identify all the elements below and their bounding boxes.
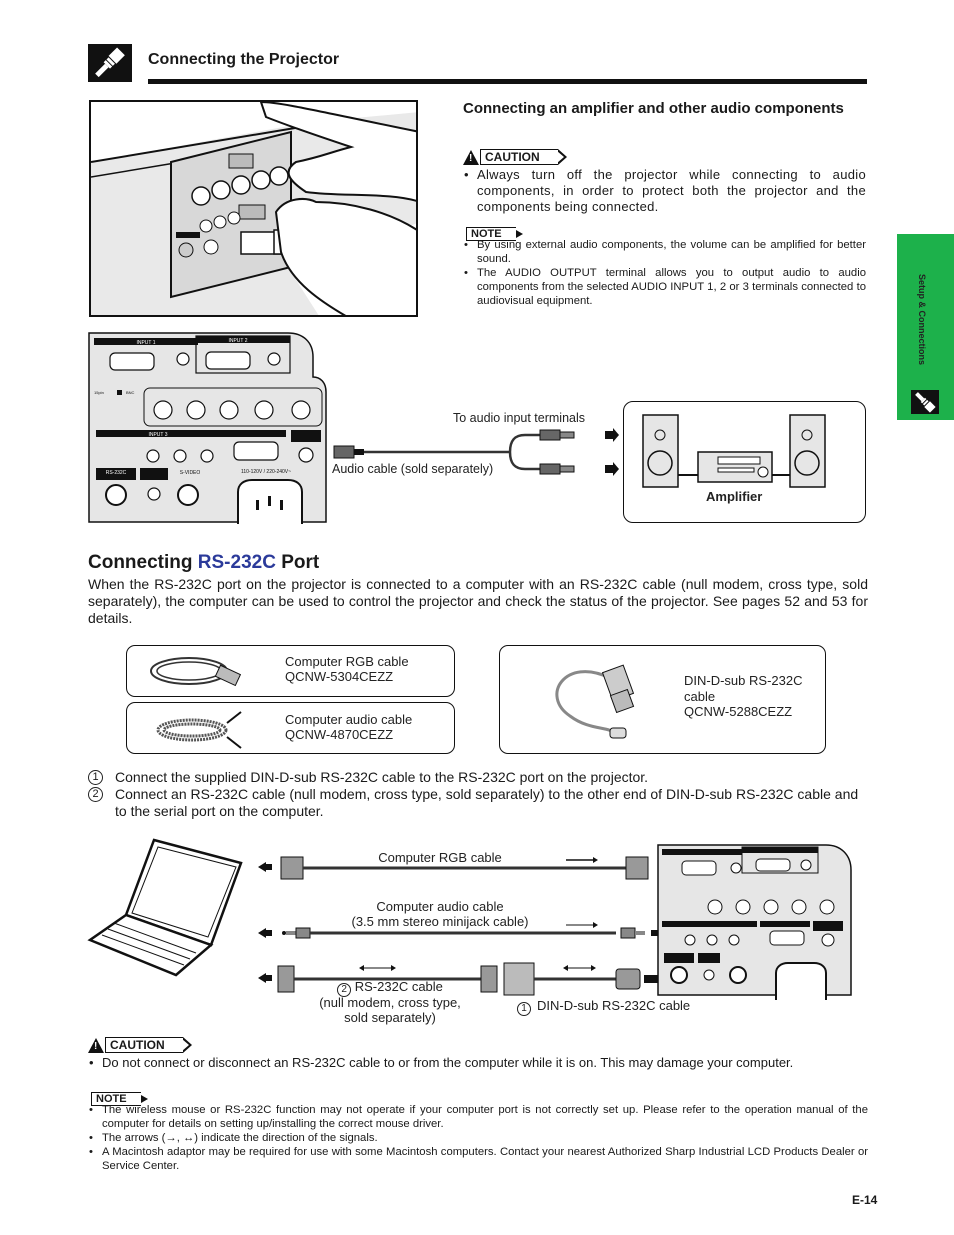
input3-label: INPUT 3 bbox=[148, 432, 167, 438]
side-tab-label: Setup & Connections bbox=[917, 274, 927, 366]
header-divider bbox=[148, 79, 867, 84]
accessory-computer-rgb-cable: Computer RGB cable QCNW-5304CEZZ bbox=[126, 645, 455, 697]
warning-icon: ! bbox=[88, 1037, 104, 1053]
note-item: The arrows (→, ↔) indicate the direction… bbox=[88, 1131, 868, 1145]
accessory-name-cont: cable bbox=[684, 689, 716, 704]
din-cable-illustration bbox=[555, 664, 635, 739]
rs232c-cable-sublabel: sold separately) bbox=[344, 1010, 436, 1025]
svideo-label: S-VIDEO bbox=[180, 470, 201, 476]
input1-label: INPUT 1 bbox=[136, 340, 155, 346]
caution-list: Do not connect or disconnect an RS-232C … bbox=[88, 1055, 868, 1071]
switch-label: 15pin bbox=[94, 390, 104, 395]
note-item: By using external audio components, the … bbox=[463, 238, 866, 266]
rs232c-cable-label: 2 RS-232C cable bbox=[310, 979, 470, 997]
input2-label: INPUT 2 bbox=[228, 338, 247, 344]
step-number: 2 bbox=[88, 787, 103, 802]
note-item: A Macintosh adaptor may be required for … bbox=[88, 1145, 868, 1173]
din-cable-label: 1 DIN-D-sub RS-232C cable bbox=[517, 998, 737, 1016]
bnc-label: BNC bbox=[126, 390, 135, 395]
rgb-cable-label: Computer RGB cable bbox=[378, 850, 502, 865]
projector-terminal-panel: INPUT 1 INPUT 2 15pin BNC INPUT 3 RS-232… bbox=[88, 332, 328, 529]
step-number: 1 bbox=[517, 1002, 531, 1016]
caution-item: Do not connect or disconnect an RS-232C … bbox=[88, 1055, 868, 1071]
note-list: The wireless mouse or RS-232C function m… bbox=[88, 1103, 868, 1173]
note-item: The wireless mouse or RS-232C function m… bbox=[88, 1103, 868, 1131]
rs232c-description: When the RS-232C port on the projector i… bbox=[88, 576, 868, 626]
rs232c-section-title: Connecting RS-232C Port bbox=[88, 552, 320, 573]
audio-cable-sublabel: (3.5 mm stereo minijack cable) bbox=[351, 914, 529, 929]
accessory-computer-audio-cable: Computer audio cable QCNW-4870CEZZ bbox=[126, 702, 455, 754]
step-item: 1 Connect the supplied DIN-D-sub RS-232C… bbox=[88, 769, 868, 786]
caution-list: Always turn off the projector while conn… bbox=[463, 167, 866, 215]
side-tab: Setup & Connections bbox=[897, 234, 954, 420]
connector-plug-icon bbox=[88, 44, 132, 82]
caution-label: ! CAUTION bbox=[463, 148, 567, 165]
amplifier-label: Amplifier bbox=[706, 489, 763, 504]
to-audio-input-label: To audio input terminals bbox=[453, 411, 586, 425]
caution-label: ! CAUTION bbox=[88, 1036, 192, 1053]
step-number: 1 bbox=[88, 770, 103, 785]
accessory-part-number: QCNW-5288CEZZ bbox=[684, 704, 793, 719]
caution-item: Always turn off the projector while conn… bbox=[463, 167, 866, 215]
laptop-illustration bbox=[87, 838, 243, 977]
accessory-din-dsub-cable: DIN-D-sub RS-232C cable QCNW-5288CEZZ bbox=[499, 645, 826, 754]
accessory-name: Computer audio cable bbox=[285, 712, 413, 727]
page-number: E-14 bbox=[852, 1193, 878, 1207]
accessory-part-number: QCNW-4870CEZZ bbox=[285, 727, 394, 742]
audio-cable-label: Audio cable (sold separately) bbox=[332, 462, 494, 476]
warning-icon: ! bbox=[463, 149, 479, 165]
accessory-name: Computer RGB cable bbox=[285, 654, 409, 669]
audio-cable-label: Computer audio cable bbox=[376, 899, 504, 914]
rs232c-cable-sublabel: (null modem, cross type, bbox=[319, 995, 461, 1010]
audio-cable-illustration bbox=[156, 711, 242, 749]
page-section-title: Connecting the Projector bbox=[148, 51, 340, 68]
amplifier-section-title: Connecting an amplifier and other audio … bbox=[463, 100, 844, 117]
projector-rear-illustration bbox=[89, 100, 418, 317]
connection-steps: 1 Connect the supplied DIN-D-sub RS-232C… bbox=[88, 769, 868, 820]
rs232c-highlight: RS-232C bbox=[197, 552, 276, 573]
note-item: The AUDIO OUTPUT terminal allows you to … bbox=[463, 266, 866, 308]
connector-plug-icon bbox=[911, 390, 939, 414]
accessory-part-number: QCNW-5304CEZZ bbox=[285, 669, 394, 684]
rgb-cable-illustration bbox=[150, 657, 242, 687]
note-list: By using external audio components, the … bbox=[463, 238, 866, 308]
step-item: 2 Connect an RS-232C cable (null modem, … bbox=[88, 786, 868, 820]
rs232c-label: RS-232C bbox=[106, 470, 127, 476]
voltage-label: 110-120V / 220-240V~ bbox=[241, 469, 291, 475]
accessory-name: DIN-D-sub RS-232C bbox=[684, 673, 803, 688]
